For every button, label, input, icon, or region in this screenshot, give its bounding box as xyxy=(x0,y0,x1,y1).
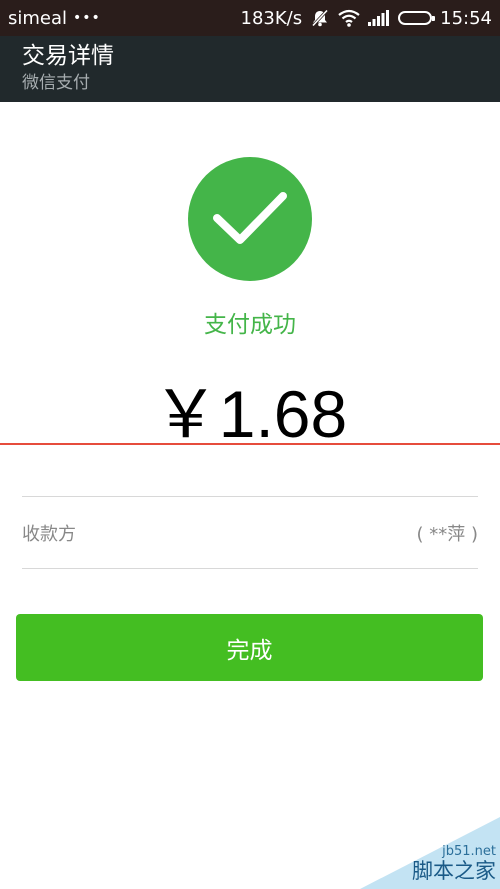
notification-dots: ••• xyxy=(73,10,101,26)
carrier-name: simeal xyxy=(8,7,68,29)
checkmark-icon xyxy=(188,157,312,281)
page-title: 交易详情 xyxy=(22,43,114,69)
signal-icon xyxy=(368,10,390,26)
muted-bell-icon xyxy=(310,9,330,27)
network-speed: 183K/s xyxy=(240,7,303,29)
battery-icon xyxy=(398,11,436,25)
payee-label: 收款方 xyxy=(22,524,76,545)
watermark-name: 脚本之家 xyxy=(412,859,496,883)
payment-status: 支付成功 xyxy=(204,312,296,338)
clock: 15:54 xyxy=(440,7,492,29)
watermark-logo: jb51.net 脚本之家 xyxy=(360,817,500,889)
separator-line xyxy=(0,443,500,445)
wifi-icon xyxy=(338,9,360,27)
status-bar: simeal ••• 183K/s 15:54 xyxy=(0,0,500,36)
title-bar: 交易详情 微信支付 xyxy=(0,36,500,102)
payment-amount: ￥1.68 xyxy=(152,377,348,451)
divider-bottom xyxy=(22,568,478,569)
payee-row: 收款方 ( **萍 ) xyxy=(22,498,478,568)
payee-value: ( **萍 ) xyxy=(416,524,479,545)
done-button[interactable]: 完成 xyxy=(16,614,483,681)
divider-top xyxy=(22,496,478,497)
page-subtitle: 微信支付 xyxy=(22,73,90,93)
